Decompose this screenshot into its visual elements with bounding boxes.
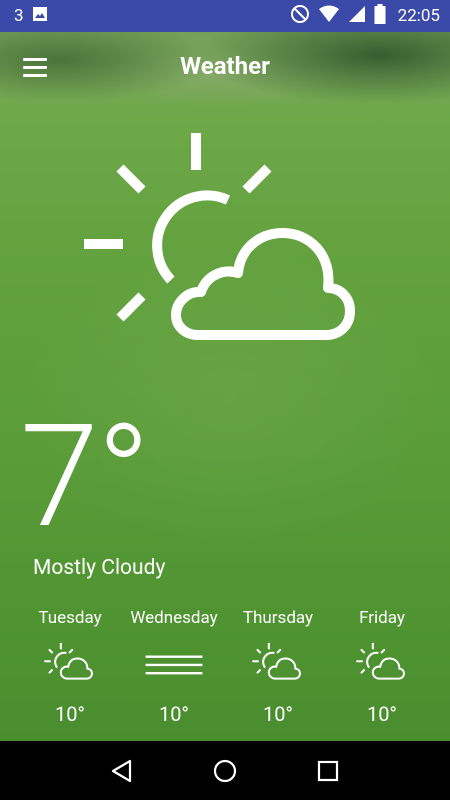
notification-count: 3 bbox=[14, 6, 24, 26]
forecast-day[interactable]: Tuesday 10° bbox=[18, 606, 122, 726]
forecast-day-name: Thursday bbox=[242, 608, 314, 628]
forecast-day-name: Tuesday bbox=[38, 608, 102, 628]
status-bar: 3 22:05 bbox=[0, 0, 450, 32]
forecast-temp: 10° bbox=[159, 702, 189, 726]
cell-signal-icon bbox=[348, 5, 366, 28]
navigation-bar bbox=[0, 741, 450, 800]
partly-cloudy-icon bbox=[84, 133, 355, 340]
current-temperature: 7° bbox=[20, 393, 150, 560]
partly-cloudy-icon bbox=[252, 642, 302, 680]
recents-icon[interactable] bbox=[313, 756, 343, 786]
back-icon[interactable] bbox=[107, 756, 137, 786]
home-icon[interactable] bbox=[210, 756, 240, 786]
image-icon bbox=[32, 6, 48, 27]
forecast-day[interactable]: Friday 10° bbox=[330, 606, 434, 726]
forecast-day[interactable]: Wednesday 10° bbox=[122, 606, 226, 726]
forecast-row: Tuesday 10° Wednesday 10° Thursday 10° F… bbox=[18, 606, 434, 726]
wifi-icon bbox=[318, 5, 340, 28]
partly-cloudy-icon bbox=[44, 642, 94, 680]
forecast-temp: 10° bbox=[55, 702, 85, 726]
app-title: Weather bbox=[180, 52, 270, 80]
partly-cloudy-icon bbox=[356, 642, 406, 680]
status-time: 22:05 bbox=[397, 6, 440, 26]
forecast-temp: 10° bbox=[263, 702, 293, 726]
do-not-disturb-icon bbox=[290, 4, 310, 29]
forecast-day-name: Wednesday bbox=[130, 608, 218, 628]
fog-icon bbox=[145, 655, 203, 675]
forecast-temp: 10° bbox=[367, 702, 397, 726]
forecast-day-name: Friday bbox=[359, 608, 405, 628]
app-bar: Weather bbox=[0, 32, 450, 102]
current-condition: Mostly Cloudy bbox=[33, 556, 166, 580]
battery-icon bbox=[374, 3, 386, 29]
forecast-day[interactable]: Thursday 10° bbox=[226, 606, 330, 726]
